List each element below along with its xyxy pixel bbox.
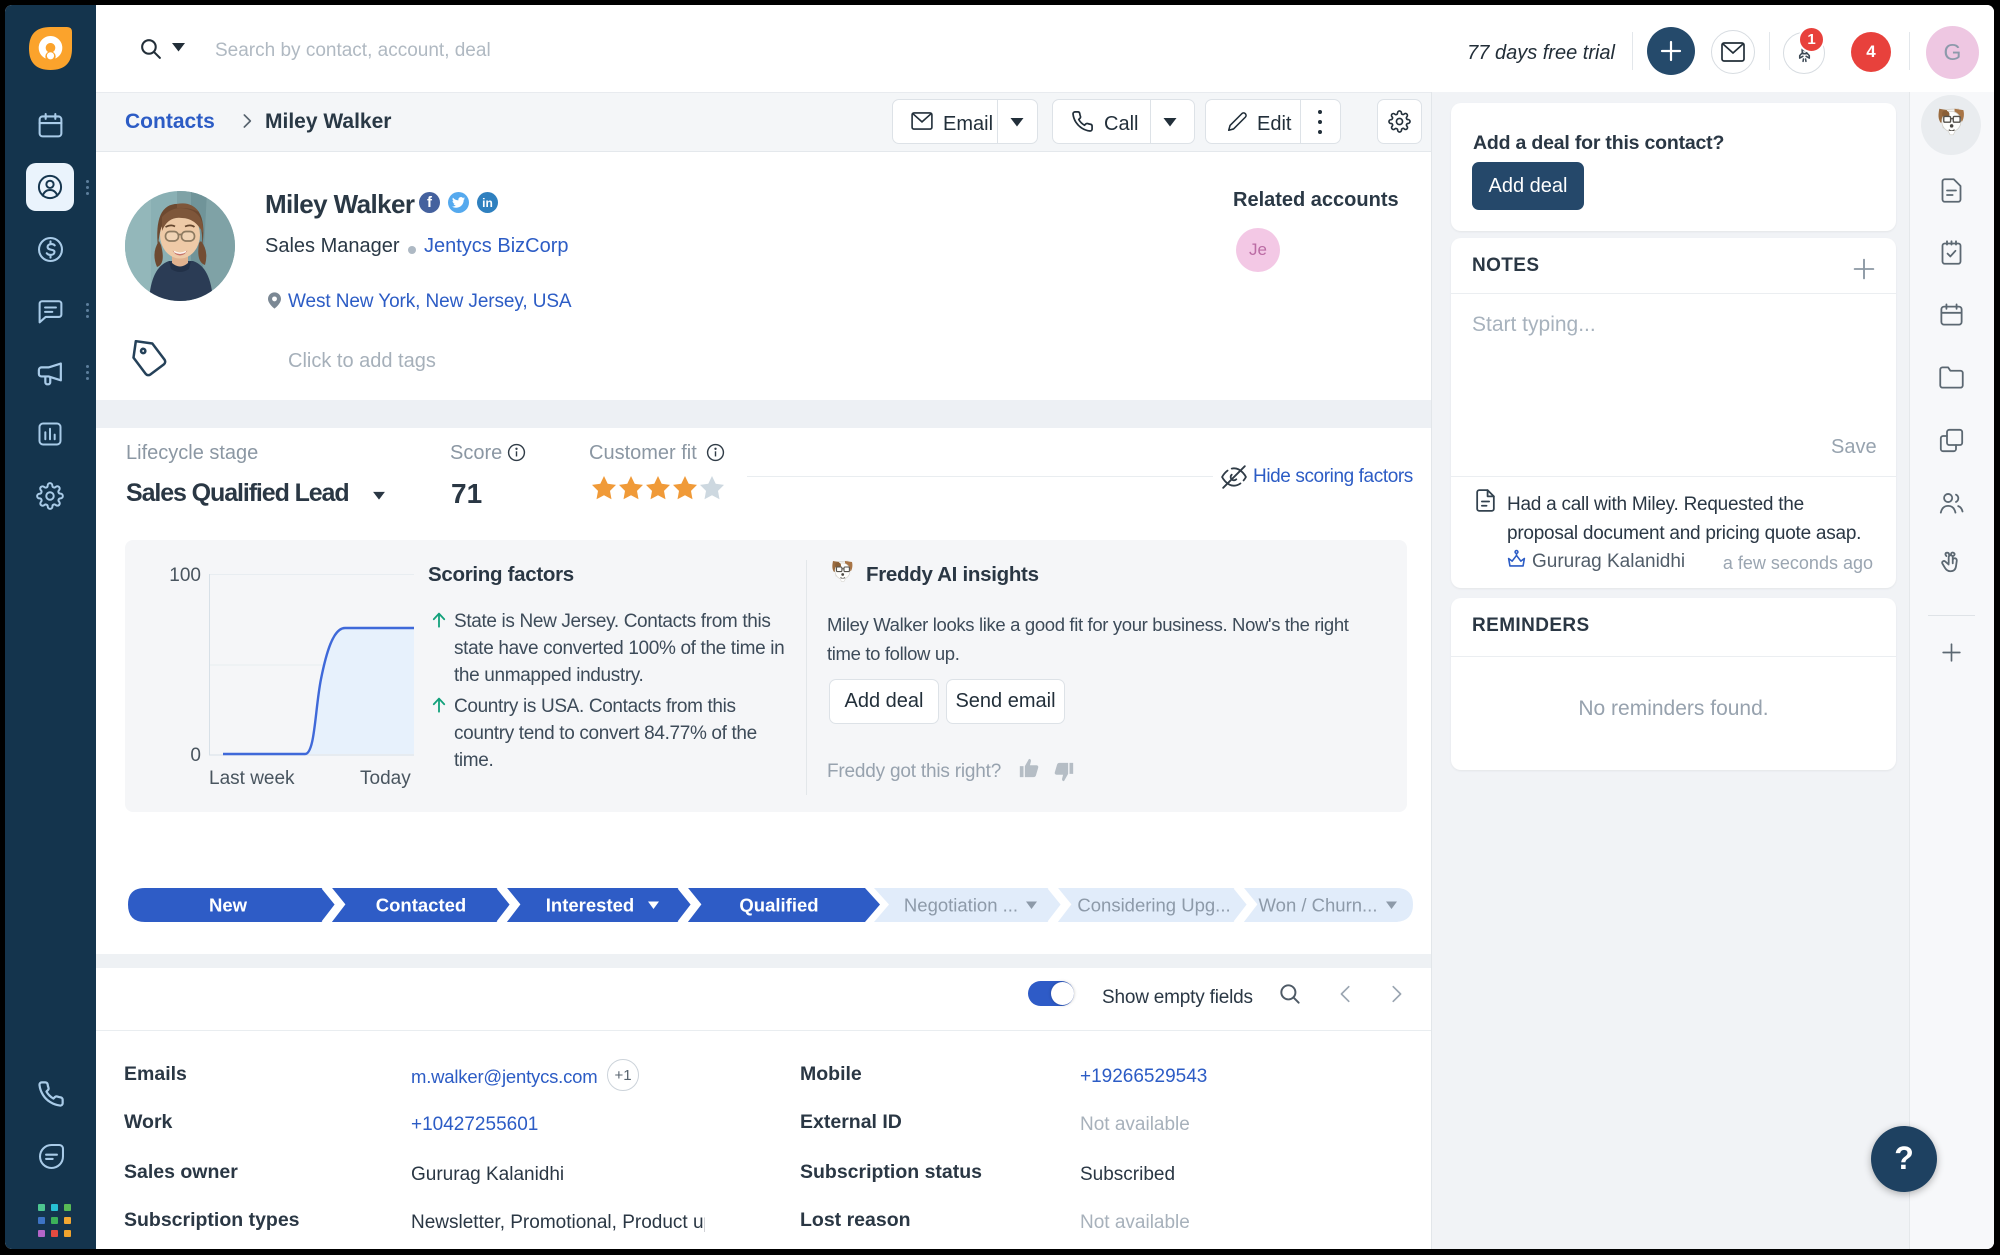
svg-text:Negotiation ...: Negotiation ... — [904, 895, 1018, 916]
svg-text:Won / Churn...: Won / Churn... — [1259, 895, 1378, 916]
svg-text:Qualified: Qualified — [739, 895, 818, 916]
svg-text:Interested: Interested — [546, 895, 634, 916]
svg-text:Contacted: Contacted — [376, 895, 466, 916]
svg-text:Considering Upg...: Considering Upg... — [1077, 895, 1230, 916]
svg-text:New: New — [209, 895, 248, 916]
